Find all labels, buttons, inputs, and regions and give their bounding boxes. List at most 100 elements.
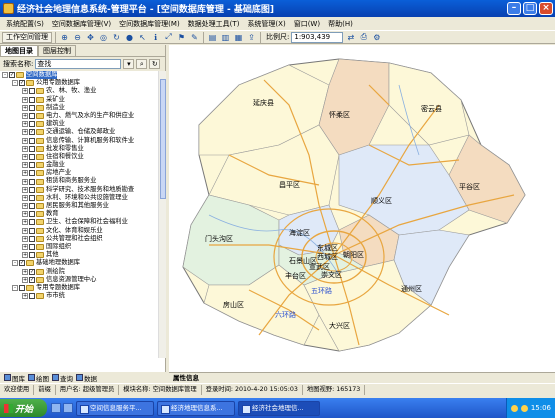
apply-scale-icon[interactable]: ⇄: [345, 32, 356, 43]
tree-node[interactable]: - ✓ 空间数据库: [0, 71, 158, 80]
tree-node[interactable]: + 市市统: [0, 292, 158, 300]
export-icon[interactable]: ⇪: [246, 32, 257, 43]
refresh-icon[interactable]: ↻: [149, 59, 161, 69]
map-view[interactable]: 延庆县 怀柔区 密云县 昌平区 平谷区 顺义区 门头沟区 海淀区 东城区 西城区…: [169, 45, 555, 372]
tray-icon[interactable]: [510, 404, 518, 412]
tree-node[interactable]: + ✓ 信息资源管理中心: [0, 276, 158, 284]
expand-icon[interactable]: +: [22, 244, 28, 251]
select-icon[interactable]: ↖: [137, 32, 148, 43]
menu-data-tools[interactable]: 数据处理工具(T): [184, 19, 244, 29]
tree-node[interactable]: + ✓ 交通运输、仓储及邮政业: [0, 128, 158, 136]
expand-icon[interactable]: +: [22, 268, 28, 275]
dropdown-icon[interactable]: ▾: [123, 59, 135, 69]
chart-icon[interactable]: ▥: [220, 32, 231, 43]
expand-icon[interactable]: +: [22, 252, 28, 259]
workspace-button[interactable]: 工作空间管理: [2, 31, 52, 43]
expand-icon[interactable]: +: [22, 186, 28, 193]
taskbar-item[interactable]: 经济地理信息系...: [157, 400, 235, 416]
tree-node[interactable]: - 专用专题数据库: [0, 284, 158, 292]
layer-checkbox[interactable]: [29, 178, 35, 185]
tree-scrollbar[interactable]: [158, 71, 166, 358]
flag-icon[interactable]: ⚑: [176, 32, 187, 43]
tree-node[interactable]: + 电力、燃气及水的生产和供应业: [0, 112, 158, 120]
tree-node[interactable]: + 金融业: [0, 161, 158, 169]
tray-icon[interactable]: [520, 404, 528, 412]
expand-icon[interactable]: +: [22, 96, 28, 103]
collapse-icon[interactable]: -: [12, 80, 18, 87]
expand-icon[interactable]: +: [22, 129, 28, 136]
collapse-icon[interactable]: -: [2, 72, 8, 79]
menu-window[interactable]: 窗口(W): [290, 19, 324, 29]
layer-checkbox[interactable]: [29, 293, 35, 300]
menu-spatial-db-view[interactable]: 空间数据库管理(V): [48, 19, 115, 29]
layer-checkbox[interactable]: [29, 96, 35, 103]
expand-icon[interactable]: +: [22, 170, 28, 177]
refresh-icon[interactable]: ↻: [111, 32, 122, 43]
identify-icon[interactable]: ℹ: [150, 32, 161, 43]
tree-node[interactable]: + 文化、体育和娱乐业: [0, 227, 158, 235]
layer-checkbox[interactable]: [29, 121, 35, 128]
collapse-icon[interactable]: -: [12, 260, 18, 267]
layer-checkbox[interactable]: [29, 170, 35, 177]
layer-checkbox[interactable]: [29, 244, 35, 251]
measure-icon[interactable]: ⤢: [163, 32, 174, 43]
tree-node[interactable]: + 制造业: [0, 104, 158, 112]
desktop-icon[interactable]: [51, 403, 61, 413]
layer-checkbox[interactable]: ✓: [29, 129, 35, 136]
globe-icon[interactable]: ●: [124, 32, 135, 43]
expand-icon[interactable]: +: [22, 276, 28, 283]
expand-icon[interactable]: +: [22, 137, 28, 144]
layer-checkbox[interactable]: [29, 137, 35, 144]
layer-checkbox[interactable]: [29, 211, 35, 218]
layer-checkbox[interactable]: ✓: [19, 80, 25, 87]
expand-icon[interactable]: +: [22, 178, 28, 185]
layer-checkbox[interactable]: [29, 145, 35, 152]
tab-map-catalog[interactable]: 地图目录: [0, 45, 38, 56]
layer-checkbox[interactable]: [29, 88, 35, 95]
table-icon[interactable]: ▦: [233, 32, 244, 43]
search-input[interactable]: [35, 59, 122, 69]
layer-checkbox[interactable]: [29, 113, 35, 120]
expand-icon[interactable]: +: [22, 104, 28, 111]
layer-checkbox[interactable]: [29, 203, 35, 210]
tree-node[interactable]: + 居民服务和其他服务业: [0, 202, 158, 210]
search-icon[interactable]: ⌕: [136, 59, 148, 69]
tree-node[interactable]: + 科学研究、技术服务和地质勘查: [0, 186, 158, 194]
tree-node[interactable]: + 卫生、社会保障和社会福利业: [0, 218, 158, 226]
expand-icon[interactable]: +: [22, 145, 28, 152]
start-button[interactable]: 开始: [0, 399, 47, 417]
pan-icon[interactable]: ✥: [85, 32, 96, 43]
collapse-icon[interactable]: -: [12, 284, 18, 291]
expand-icon[interactable]: +: [22, 194, 28, 201]
layer-checkbox[interactable]: [29, 162, 35, 169]
expand-icon[interactable]: +: [22, 121, 28, 128]
tree-node[interactable]: + 采矿业: [0, 96, 158, 104]
layer-checkbox[interactable]: ✓: [29, 276, 35, 283]
tab-layer-control[interactable]: 图层控制: [38, 45, 76, 56]
expand-icon[interactable]: +: [22, 293, 28, 300]
tree-node[interactable]: - ✓ 基础地理数据库: [0, 259, 158, 267]
tab-query[interactable]: 查询: [52, 373, 73, 383]
layer-checkbox[interactable]: [29, 186, 35, 193]
tree-node[interactable]: + 批发和零售业: [0, 145, 158, 153]
expand-icon[interactable]: +: [22, 227, 28, 234]
layer-checkbox[interactable]: ✓: [9, 72, 15, 79]
layer-checkbox[interactable]: ✓: [19, 260, 25, 267]
tree-node[interactable]: + 农、林、牧、渔业: [0, 87, 158, 95]
layer-checkbox[interactable]: [29, 219, 35, 226]
expand-icon[interactable]: +: [22, 162, 28, 169]
tree-node[interactable]: + 信息传输、计算机服务和软件业: [0, 137, 158, 145]
layer-checkbox[interactable]: [29, 235, 35, 242]
tree-node[interactable]: + 水利、环境和公共设施管理业: [0, 194, 158, 202]
prefix-tab[interactable]: 前缀: [34, 384, 56, 395]
menu-spatial-db-manage[interactable]: 空间数据库管理(M): [115, 19, 184, 29]
taskbar-item[interactable]: 经济社会地理信...: [238, 400, 320, 416]
expand-icon[interactable]: +: [22, 219, 28, 226]
layer-checkbox[interactable]: [29, 227, 35, 234]
expand-icon[interactable]: +: [22, 203, 28, 210]
close-button[interactable]: ×: [539, 2, 553, 15]
settings-icon[interactable]: ⚙: [371, 32, 382, 43]
print-icon[interactable]: ⎙: [358, 32, 369, 43]
draw-icon[interactable]: ✎: [189, 32, 200, 43]
taskbar-item[interactable]: 空间信息服务平...: [76, 400, 154, 416]
